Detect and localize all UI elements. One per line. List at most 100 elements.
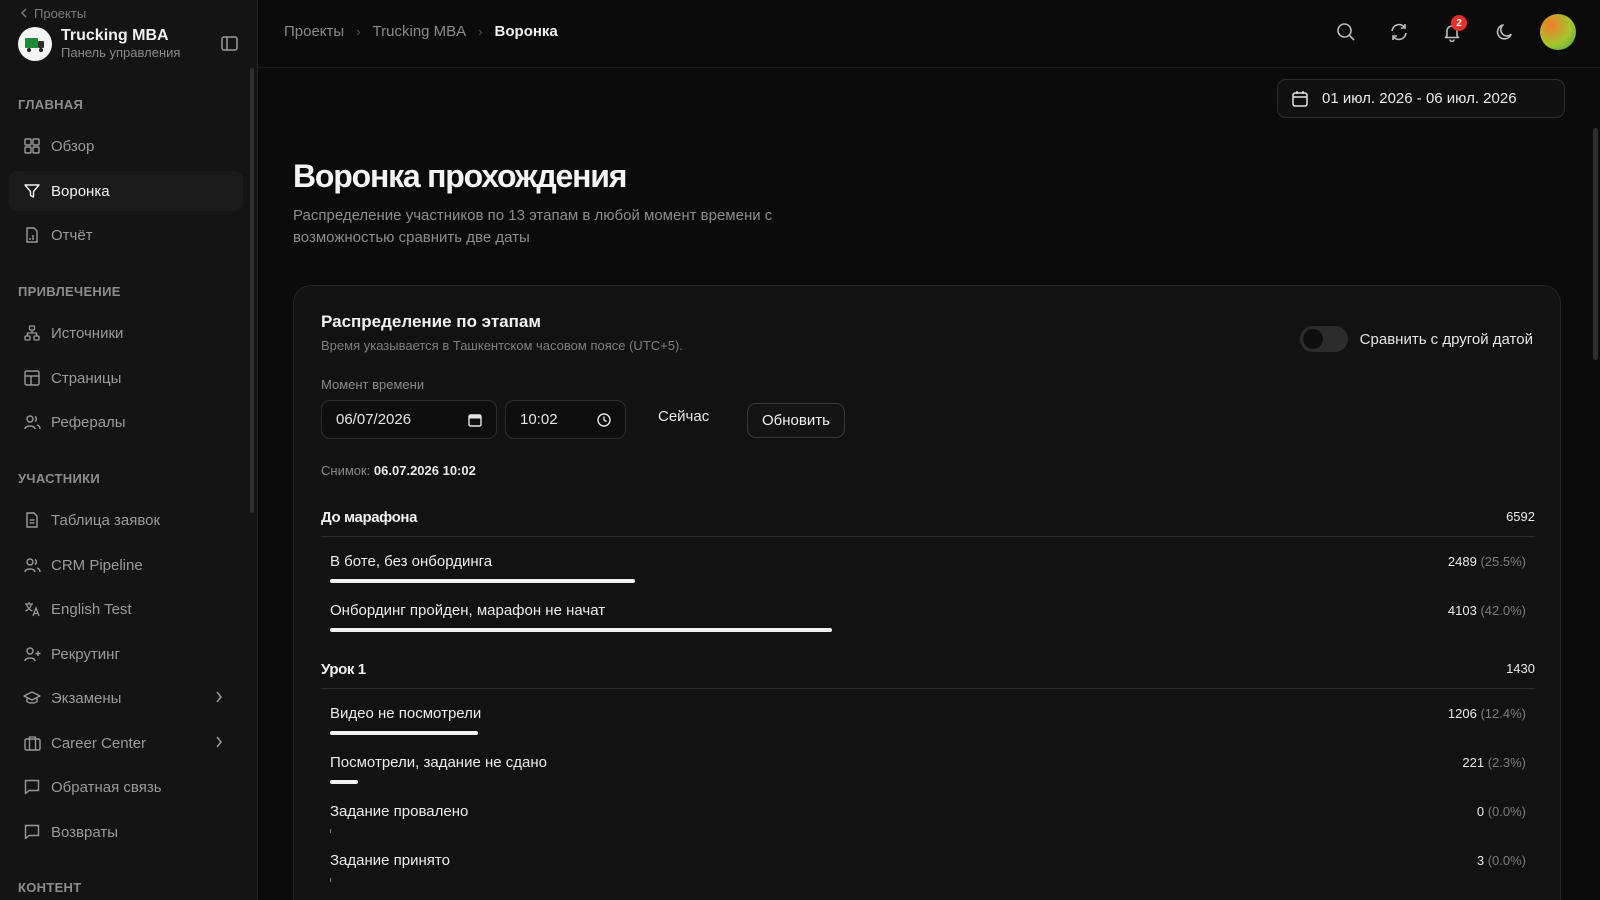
time-input[interactable]: 10:02 [505,400,626,439]
graduation-cap-icon [23,689,41,707]
briefcase-icon [23,734,41,752]
stage-count: 3 [1476,853,1485,868]
sidebar-item-recruiting[interactable]: Рекрутинг [9,634,243,674]
sidebar-item-crm-pipeline[interactable]: CRM Pipeline [9,545,243,585]
sidebar-item-label: Обзор [51,137,95,155]
stage-row: Видео не посмотрели 1206 (12.4%) [321,701,1535,747]
compare-date-control: Сравнить с другой датой [1299,326,1533,352]
sidebar-item-refunds[interactable]: Возвраты [9,812,243,852]
date-input[interactable]: 06/07/2026 [321,400,497,439]
stage-value: 0 (0.0%) [1477,804,1526,819]
document-icon [23,511,41,529]
truck-icon [25,37,44,52]
stage-percent: (0.0%) [1487,853,1526,868]
stage-percent: (0.0%) [1487,804,1526,819]
stage-name: Онбординг пройден, марафон не начат [330,602,606,619]
refresh-snapshot-button[interactable]: Обновить [747,403,845,438]
date-input-value: 06/07/2026 [336,411,412,428]
sidebar-item-label: Таблица заявок [51,511,161,529]
time-input-value: 10:02 [520,411,558,428]
moon-icon [1496,24,1512,40]
sidebar: Проекты Trucking MBA Панель управления Г… [0,0,258,900]
breadcrumb-project[interactable]: Trucking MBA [373,23,467,40]
users-icon [23,556,41,574]
sidebar-item-english-test[interactable]: English Test [9,589,243,629]
sidebar-item-overview[interactable]: Обзор [9,126,243,166]
stage-distribution-card: Распределение по этапам Время указываетс… [293,285,1561,900]
group-name: Урок 1 [321,661,366,678]
stage-value: 4103 (42.0%) [1448,603,1526,618]
user-avatar[interactable] [1540,14,1576,50]
stage-name: Видео не посмотрели [330,705,482,722]
stage-count: 4103 [1447,603,1477,618]
stage-value: 1206 (12.4%) [1448,706,1526,721]
sidebar-item-feedback[interactable]: Обратная связь [9,767,243,807]
sidebar-scrollbar[interactable] [250,68,254,513]
refresh-button[interactable] [1381,14,1417,50]
filter-icon [23,182,41,200]
theme-toggle-button[interactable] [1487,14,1523,50]
users-icon [23,413,41,431]
section-main: ГЛАВНАЯ [18,97,84,112]
sidebar-item-report[interactable]: Отчёт [9,215,243,255]
snapshot-info: Снимок: 06.07.2026 10:02 [321,463,476,478]
card-title: Распределение по этапам [321,312,541,331]
stage-row: В боте, без онбординга 2489 (25.5%) [321,549,1535,595]
stage-bar [330,878,331,882]
main-content: Проекты › Trucking MBA › Воронка 2 01 ию… [258,0,1600,900]
sidebar-item-label: Рекрутинг [51,645,120,663]
notifications-button[interactable]: 2 [1434,14,1470,50]
stage-group-header: Урок 1 1430 [321,661,1535,689]
sidebar-item-label: Career Center [51,734,147,752]
layout-icon [23,369,41,387]
sidebar-item-applications-table[interactable]: Таблица заявок [9,500,243,540]
stage-row: Посмотрели, задание не сдано 221 (2.3%) [321,750,1535,796]
sidebar-item-label: CRM Pipeline [51,556,143,574]
stage-group-header: До марафона 6592 [321,509,1535,537]
clock-icon [597,412,611,427]
compare-toggle[interactable] [1299,326,1348,352]
stage-name: В боте, без онбординга [330,553,493,570]
sidebar-item-label: Возвраты [51,823,119,841]
sidebar-item-label: Экзамены [51,689,122,707]
sidebar-item-exams[interactable]: Экзамены [9,678,243,718]
search-icon [1337,23,1355,41]
brand-title: Trucking MBA [61,27,169,44]
snapshot-label: Снимок: [321,463,371,478]
sidebar-item-referrals[interactable]: Рефералы [9,402,243,442]
sidebar-toggle-button[interactable] [218,33,240,55]
sidebar-item-funnel[interactable]: Воронка [9,171,243,211]
chevron-left-icon [20,6,28,21]
sidebar-item-label: English Test [51,600,132,618]
now-button[interactable]: Сейчас [658,408,709,425]
back-link-label: Проекты [34,6,87,21]
stage-percent: (12.4%) [1480,706,1526,721]
stage-count: 1206 [1447,706,1477,721]
chevron-right-icon: › [356,24,361,39]
group-total: 1430 [1506,661,1535,676]
sidebar-item-sources[interactable]: Источники [9,313,243,353]
back-to-projects-link[interactable]: Проекты [20,6,86,21]
page-title: Воронка прохождения [293,158,627,194]
moment-label: Момент времени [321,377,425,392]
sidebar-item-label: Воронка [51,182,110,200]
compare-label: Сравнить с другой датой [1359,330,1533,348]
stage-percent: (42.0%) [1480,603,1526,618]
sidebar-item-pages[interactable]: Страницы [9,358,243,398]
stage-row: Онбординг пройден, марафон не начат 4103… [321,598,1535,644]
refresh-icon [1391,23,1407,41]
stage-percent: (2.3%) [1487,755,1526,770]
snapshot-value: 06.07.2026 10:02 [373,463,476,478]
sidebar-item-career-center[interactable]: Career Center [9,723,243,763]
search-button[interactable] [1328,14,1364,50]
message-icon [23,823,41,841]
stage-row: Задание принято 3 (0.0%) [321,848,1535,894]
brand-subtitle: Панель управления [61,45,181,60]
breadcrumb-projects[interactable]: Проекты [284,23,344,40]
stage-value: 221 (2.3%) [1462,755,1526,770]
main-scrollbar[interactable] [1593,128,1598,360]
calendar-icon [1292,91,1308,107]
brand-logo [18,26,52,61]
date-range-picker[interactable]: 01 июл. 2026 - 06 июл. 2026 [1277,79,1565,118]
sidebar-item-label: Обратная связь [51,778,162,796]
